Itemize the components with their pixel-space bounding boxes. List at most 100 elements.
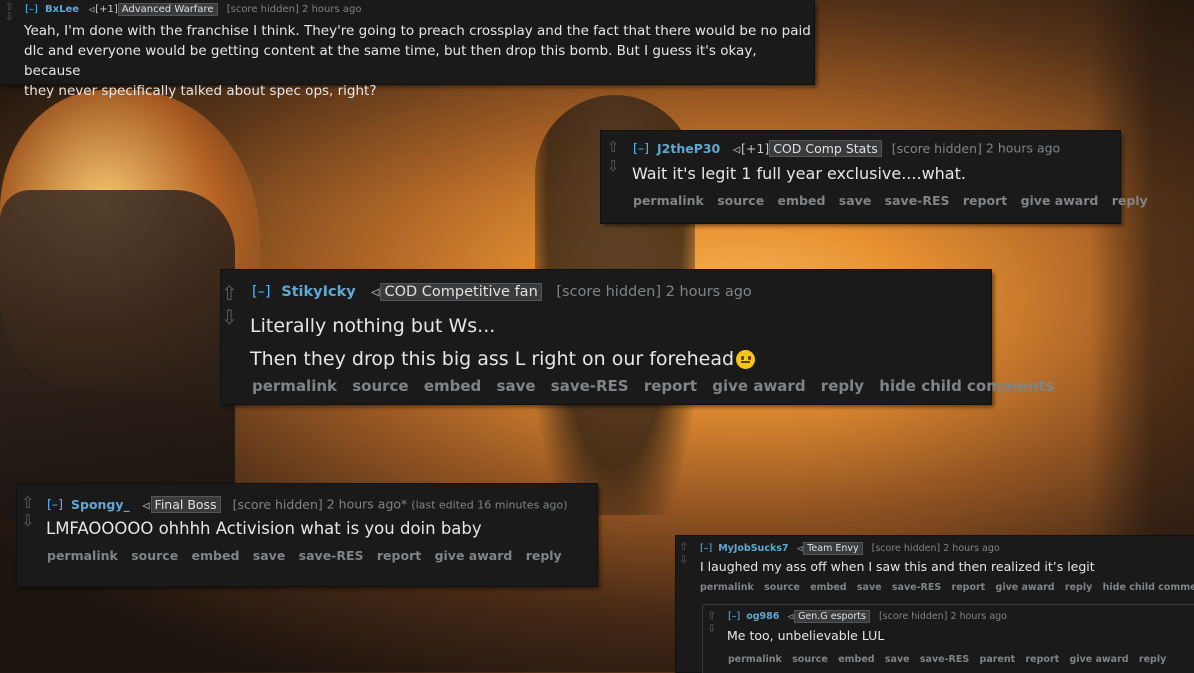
report-link[interactable]: report [1025,654,1059,665]
collapse-toggle[interactable]: [–] [25,4,38,15]
embed-link[interactable]: embed [838,654,874,665]
permalink-link[interactable]: permalink [633,193,704,208]
source-link[interactable]: source [717,193,764,208]
score-hidden: [score hidden] [891,140,982,156]
save-link[interactable]: save [839,193,872,208]
flair-label: Gen.G esports [794,610,870,623]
reply-link[interactable]: reply [526,548,562,563]
author-link[interactable]: Spongy_ [71,497,130,512]
timestamp[interactable]: 2 hours ago [943,543,999,554]
timestamp[interactable]: 2 hours ago* [327,497,408,512]
comment-body: Literally nothing but Ws... Then they dr… [250,310,756,376]
collapse-toggle[interactable]: [–] [252,284,271,300]
vote-arrows: ⇧ ⇩ [5,3,13,23]
reply-link[interactable]: reply [821,377,864,395]
tag-icon: ⏿ [796,543,804,554]
comment-action-links: permalink source embed save save-RES rep… [633,193,1148,208]
comment-spongy: ⇧ ⇩ [–] Spongy_ ⏿ Final Boss [score hidd… [17,484,597,586]
permalink-link[interactable]: permalink [728,654,782,665]
source-link[interactable]: source [764,582,800,593]
downvote-arrow-icon[interactable]: ⇩ [679,554,688,565]
comment-text-line: Me too, unbelievable LUL [727,628,885,643]
upvote-arrow-icon[interactable]: ⇧ [21,495,34,511]
vote-arrows: ⇧ ⇩ [221,283,238,327]
report-link[interactable]: report [377,548,421,563]
give-award-link[interactable]: give award [1021,193,1099,208]
timestamp[interactable]: 2 hours ago [666,284,752,300]
comment-text-line: I laughed my ass off when I saw this and… [700,559,1095,574]
comment-body: Me too, unbelievable LUL [727,627,884,645]
comment-header: [–] Spongy_ ⏿ Final Boss [score hidden] … [47,496,568,513]
flair-plus: [+1] [95,4,118,15]
source-link[interactable]: source [131,548,178,563]
save-res-link[interactable]: save-RES [892,582,941,593]
permalink-link[interactable]: permalink [252,377,337,395]
collapse-toggle[interactable]: [–] [700,543,712,554]
upvote-arrow-icon[interactable]: ⇧ [679,541,688,552]
user-flair: ⏿ Gen.G esports [787,610,870,623]
source-link[interactable]: source [792,654,828,665]
downvote-arrow-icon[interactable]: ⇩ [707,623,716,634]
vote-arrows: ⇧ ⇩ [607,140,620,174]
downvote-arrow-icon[interactable]: ⇩ [221,307,238,327]
flair-plus: [+1] [741,141,770,156]
author-link[interactable]: og986 [746,611,779,622]
comment-text-line: Literally nothing but Ws... [250,315,496,337]
timestamp[interactable]: 2 hours ago [951,611,1007,622]
downvote-arrow-icon[interactable]: ⇩ [5,13,13,23]
save-res-link[interactable]: save-RES [920,654,969,665]
give-award-link[interactable]: give award [1069,654,1128,665]
collapse-toggle[interactable]: [–] [47,497,63,512]
upvote-arrow-icon[interactable]: ⇧ [221,283,238,303]
timestamp[interactable]: 2 hours ago [302,4,361,15]
comment-header: [–] MyJobSucks7 ⏿ Team Envy [score hidde… [700,542,1000,555]
parent-link[interactable]: parent [980,654,1016,665]
reply-link[interactable]: reply [1065,582,1092,593]
save-link[interactable]: save [253,548,286,563]
upvote-arrow-icon[interactable]: ⇧ [607,140,620,155]
hide-child-comments-link[interactable]: hide child comments [1103,582,1194,593]
author-link[interactable]: MyJobSucks7 [718,543,788,554]
reply-link[interactable]: reply [1139,654,1166,665]
save-link[interactable]: save [857,582,882,593]
collapse-toggle[interactable]: [–] [633,141,649,156]
embed-link[interactable]: embed [424,377,481,395]
comment-myjobsucks7: ⇧ ⇩ [–] MyJobSucks7 ⏿ Team Envy [score h… [676,536,1194,673]
comment-body: Yeah, I'm done with the franchise I thin… [24,21,814,101]
author-link[interactable]: BxLee [45,4,79,15]
upvote-arrow-icon[interactable]: ⇧ [707,610,716,621]
author-link[interactable]: StikyIcky [281,284,356,300]
comment-body: I laughed my ass off when I saw this and… [700,558,1095,576]
embed-link[interactable]: embed [810,582,846,593]
give-award-link[interactable]: give award [435,548,513,563]
comment-og986: ⇧ ⇩ [–] og986 ⏿ Gen.G esports [score hid… [702,604,1194,673]
embed-link[interactable]: embed [778,193,826,208]
save-res-link[interactable]: save-RES [885,193,950,208]
permalink-link[interactable]: permalink [47,548,118,563]
report-link[interactable]: report [963,193,1007,208]
source-link[interactable]: source [352,377,408,395]
give-award-link[interactable]: give award [712,377,805,395]
give-award-link[interactable]: give award [996,582,1055,593]
save-res-link[interactable]: save-RES [299,548,364,563]
permalink-link[interactable]: permalink [700,582,754,593]
report-link[interactable]: report [952,582,986,593]
report-link[interactable]: report [644,377,697,395]
author-link[interactable]: J2theP30 [657,141,720,156]
hide-child-comments-link[interactable]: hide child comments [879,377,1054,395]
reply-link[interactable]: reply [1112,193,1148,208]
tag-icon: ⏿ [370,284,381,300]
save-res-link[interactable]: save-RES [551,377,629,395]
vote-arrows: ⇧ ⇩ [21,495,34,529]
embed-link[interactable]: embed [192,548,240,563]
tag-icon: ⏿ [787,611,795,622]
save-link[interactable]: save [885,654,910,665]
vote-arrows: ⇧ ⇩ [707,610,716,634]
downvote-arrow-icon[interactable]: ⇩ [21,513,34,529]
save-link[interactable]: save [497,377,536,395]
collapse-toggle[interactable]: [–] [728,611,740,622]
comment-action-links: permalink source embed save save-RES par… [728,654,1166,665]
downvote-arrow-icon[interactable]: ⇩ [607,159,620,174]
timestamp[interactable]: 2 hours ago [986,141,1060,156]
comment-header: [–] J2theP30 ⏿ [+1] COD Comp Stats [scor… [633,140,1060,157]
